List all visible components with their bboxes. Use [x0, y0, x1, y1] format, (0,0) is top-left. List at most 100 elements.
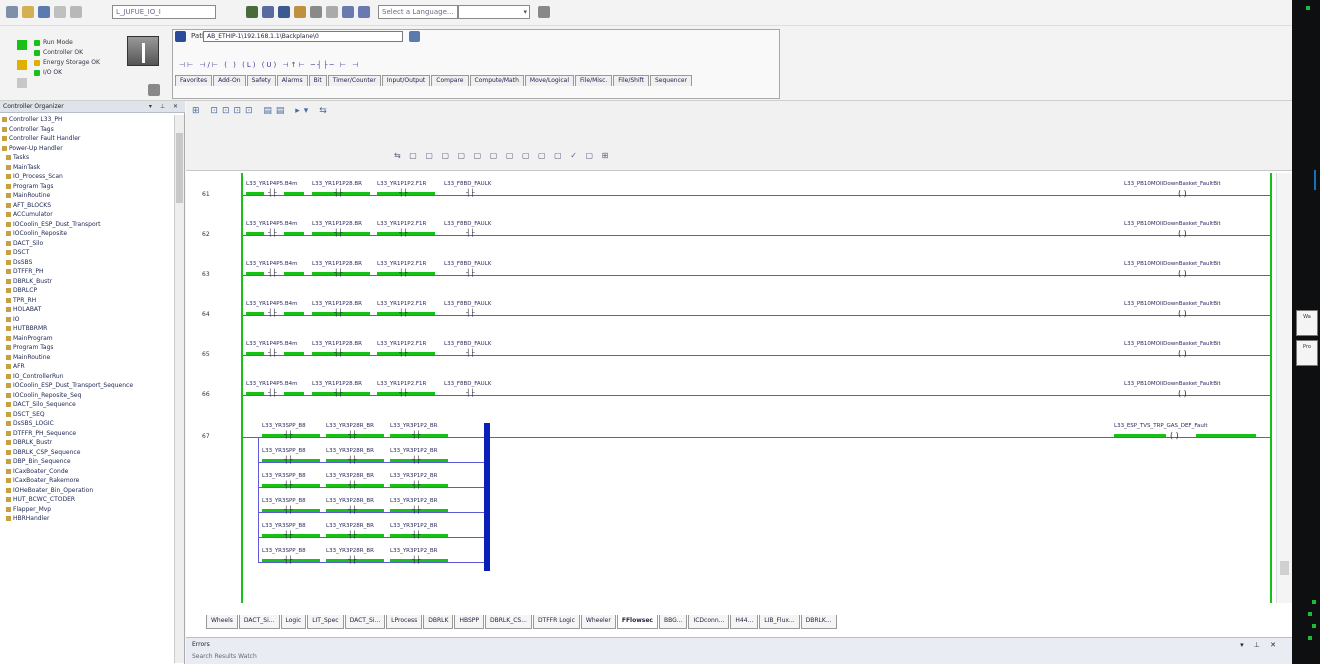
organizer-tree-item[interactable]: IO_Process_Scan	[0, 172, 174, 182]
xic-contact[interactable]: L33_YR1P1P2.F1R ┤├	[377, 181, 439, 199]
routine-tab[interactable]: DBRLK...	[800, 615, 837, 629]
organizer-pin-close-icon[interactable]: ▾ ⊥ ✕	[149, 101, 181, 112]
xic-contact[interactable]: L33_YR3P28R_BR ┤├	[326, 448, 386, 466]
xic-contact[interactable]: L33_YR3P28R_BR ┤├	[326, 423, 386, 441]
xic-contact[interactable]: L33_F8BD_FAULK ┤├	[444, 301, 504, 319]
path-input[interactable]: L_JUFUE_IO_I	[112, 5, 216, 19]
organizer-tree-item[interactable]: DSCT_SEQ	[0, 410, 174, 420]
organizer-tree-item[interactable]: IOCoolin_Reposite_Seq	[0, 391, 174, 401]
xic-contact[interactable]: L33_YR3SPP_B8 ┤├	[262, 448, 322, 466]
organizer-tree-item[interactable]: MainTask	[0, 163, 174, 173]
routine-tab[interactable]: H44...	[730, 615, 759, 629]
instruction-tab[interactable]: Compare	[431, 75, 469, 86]
xic-contact[interactable]: L33_F8BD_FAULK ┤├	[444, 221, 504, 239]
organizer-tree-item[interactable]: Program Tags	[0, 182, 174, 192]
ote-coil-icon[interactable]: ( )	[1178, 269, 1187, 278]
xic-contact[interactable]: L33_F8BD_FAULK ┤├	[444, 381, 504, 399]
instruction-tab[interactable]: File/Shift	[613, 75, 649, 86]
xic-contact[interactable]: L33_YR1P1P2.F1R ┤├	[377, 341, 439, 359]
scroll-thumb[interactable]	[176, 133, 183, 203]
instruction-tab[interactable]: Compute/Math	[469, 75, 524, 86]
xic-contact[interactable]: L33_YR3P1P2_BR ┤├	[390, 548, 450, 566]
organizer-tree-item[interactable]: HUTBBRMR	[0, 324, 174, 334]
xic-contact[interactable]: L33_YR3P28R_BR ┤├	[326, 498, 386, 516]
organizer-tree-item[interactable]: HBRHandler	[0, 514, 174, 524]
path-select[interactable]: AB_ETHIP-1\192.168.1.1\Backplane\0	[203, 31, 403, 42]
routine-tab[interactable]: Wheels	[206, 615, 238, 629]
xic-contact[interactable]: L33_YR1P4P5.B4m ┤├	[246, 261, 308, 279]
editor-scrollbar[interactable]	[1276, 173, 1292, 603]
routine-tab[interactable]: HBSPP	[454, 615, 485, 629]
organizer-tree-item[interactable]: Program Tags	[0, 343, 174, 353]
xic-contact[interactable]: L33_YR1P1P2.F1R ┤├	[377, 221, 439, 239]
routine-tab[interactable]: Logic	[280, 615, 307, 629]
ote-coil-icon[interactable]: ( )	[1178, 189, 1187, 198]
organizer-tree-item[interactable]: Power-Up Handler	[0, 144, 174, 154]
ote-coil-icon[interactable]: ( )	[1178, 389, 1187, 398]
search-icon[interactable]	[538, 6, 550, 18]
organizer-tree-item[interactable]: ACCumulator	[0, 210, 174, 220]
organizer-tree-item[interactable]: IO_ControllerRun	[0, 372, 174, 382]
scroll-thumb[interactable]	[1280, 561, 1289, 575]
instruction-tab[interactable]: Bit	[308, 75, 327, 86]
pane-window-buttons-icon[interactable]: ▾ ⊥ ✕	[1240, 641, 1280, 649]
properties-icon[interactable]	[294, 6, 306, 18]
ote-coil-icon[interactable]: ( )	[1178, 349, 1187, 358]
instruction-tab[interactable]: Timer/Counter	[327, 75, 381, 86]
routine-tab[interactable]: Wheeler	[580, 615, 616, 629]
routine-tab[interactable]: BBG...	[658, 615, 688, 629]
xic-contact[interactable]: L33_YR3P28R_BR ┤├	[326, 548, 386, 566]
verify-icon[interactable]	[246, 6, 258, 18]
tag-browser-icon[interactable]	[278, 6, 290, 18]
organizer-tree-item[interactable]: DTFFR_PH_Sequence	[0, 429, 174, 439]
xic-contact[interactable]: L33_YR3P28R_BR ┤├	[326, 523, 386, 541]
xic-contact[interactable]: L33_F8BD_FAULK ┤├	[444, 261, 504, 279]
organizer-tree-item[interactable]: DSCT	[0, 248, 174, 258]
instruction-tab[interactable]: Favorites	[175, 75, 213, 86]
routine-tab[interactable]: DACT_Si...	[238, 615, 280, 629]
xic-contact[interactable]: L33_YR3P1P2_BR ┤├	[390, 473, 450, 491]
organizer-tree-item[interactable]: Controller Tags	[0, 125, 174, 135]
routine-tab[interactable]: ICDconn...	[688, 615, 730, 629]
xic-contact[interactable]: L33_YR3SPP_B8 ┤├	[262, 523, 322, 541]
xic-contact[interactable]: L33_F8BD_FAULK ┤├	[444, 181, 504, 199]
organizer-tree-item[interactable]: AFT_BLOCKS	[0, 201, 174, 211]
organizer-tree-item[interactable]: MainProgram	[0, 334, 174, 344]
routine-tab[interactable]: DACT_Si...	[344, 615, 386, 629]
xic-contact[interactable]: L33_F8BD_FAULK ┤├	[444, 341, 504, 359]
xic-contact[interactable]: L33_YR1P4P5.B4m ┤├	[246, 381, 308, 399]
xic-contact[interactable]: L33_YR3P1P2_BR ┤├	[390, 423, 450, 441]
instruction-tab[interactable]: Safety	[246, 75, 276, 86]
organizer-tree-item[interactable]: HOLABAT	[0, 305, 174, 315]
organizer-tree-item[interactable]: Tasks	[0, 153, 174, 163]
routine-tab[interactable]: DBRLK	[423, 615, 454, 629]
organizer-tree-item[interactable]: DACT_Silo	[0, 239, 174, 249]
xic-contact[interactable]: L33_YR1P1P28.BR ┤├	[312, 181, 374, 199]
save-icon[interactable]	[38, 6, 50, 18]
xic-contact[interactable]: L33_YR3SPP_B8 ┤├	[262, 548, 322, 566]
xic-contact[interactable]: L33_YR3SPP_B8 ┤├	[262, 473, 322, 491]
new-file-icon[interactable]	[6, 6, 18, 18]
organizer-tree-item[interactable]: DBRLCP	[0, 286, 174, 296]
organizer-tree-item[interactable]: ICaxBoater_Conde	[0, 467, 174, 477]
organizer-tree-item[interactable]: TPR_RH	[0, 296, 174, 306]
xic-contact[interactable]: L33_YR1P4P5.B4m ┤├	[246, 221, 308, 239]
routine-tab[interactable]: LProcess	[386, 615, 423, 629]
organizer-tree-item[interactable]: IOHeBoater_Bin_Operation	[0, 486, 174, 496]
instruction-tab[interactable]: Move/Logical	[524, 75, 575, 86]
organizer-tree-item[interactable]: Flapper_Mvp	[0, 505, 174, 515]
organizer-tree-item[interactable]: ICaxBoater_Rakemore	[0, 476, 174, 486]
xic-contact[interactable]: L33_YR1P4P5.B4m ┤├	[246, 301, 308, 319]
organizer-tree-item[interactable]: DBRLK_Bustr	[0, 438, 174, 448]
xic-contact[interactable]: L33_YR3P1P2_BR ┤├	[390, 448, 450, 466]
organizer-tree-item[interactable]: Controller L33_PH	[0, 115, 174, 125]
xic-contact[interactable]: L33_YR1P1P2.F1R ┤├	[377, 261, 439, 279]
side-panel-button[interactable]: Wa	[1296, 310, 1318, 336]
routine-tab[interactable]: LIT_Spec	[307, 615, 344, 629]
xic-contact[interactable]: L33_YR1P1P28.BR ┤├	[312, 221, 374, 239]
routine-tab[interactable]: DTFFR Logic	[532, 615, 580, 629]
zoom-in-icon[interactable]	[342, 6, 354, 18]
side-panel-button[interactable]: Pro	[1296, 340, 1318, 366]
organizer-tree-item[interactable]: DACT_Silo_Sequence	[0, 400, 174, 410]
xic-contact[interactable]: L33_YR1P1P28.BR ┤├	[312, 301, 374, 319]
